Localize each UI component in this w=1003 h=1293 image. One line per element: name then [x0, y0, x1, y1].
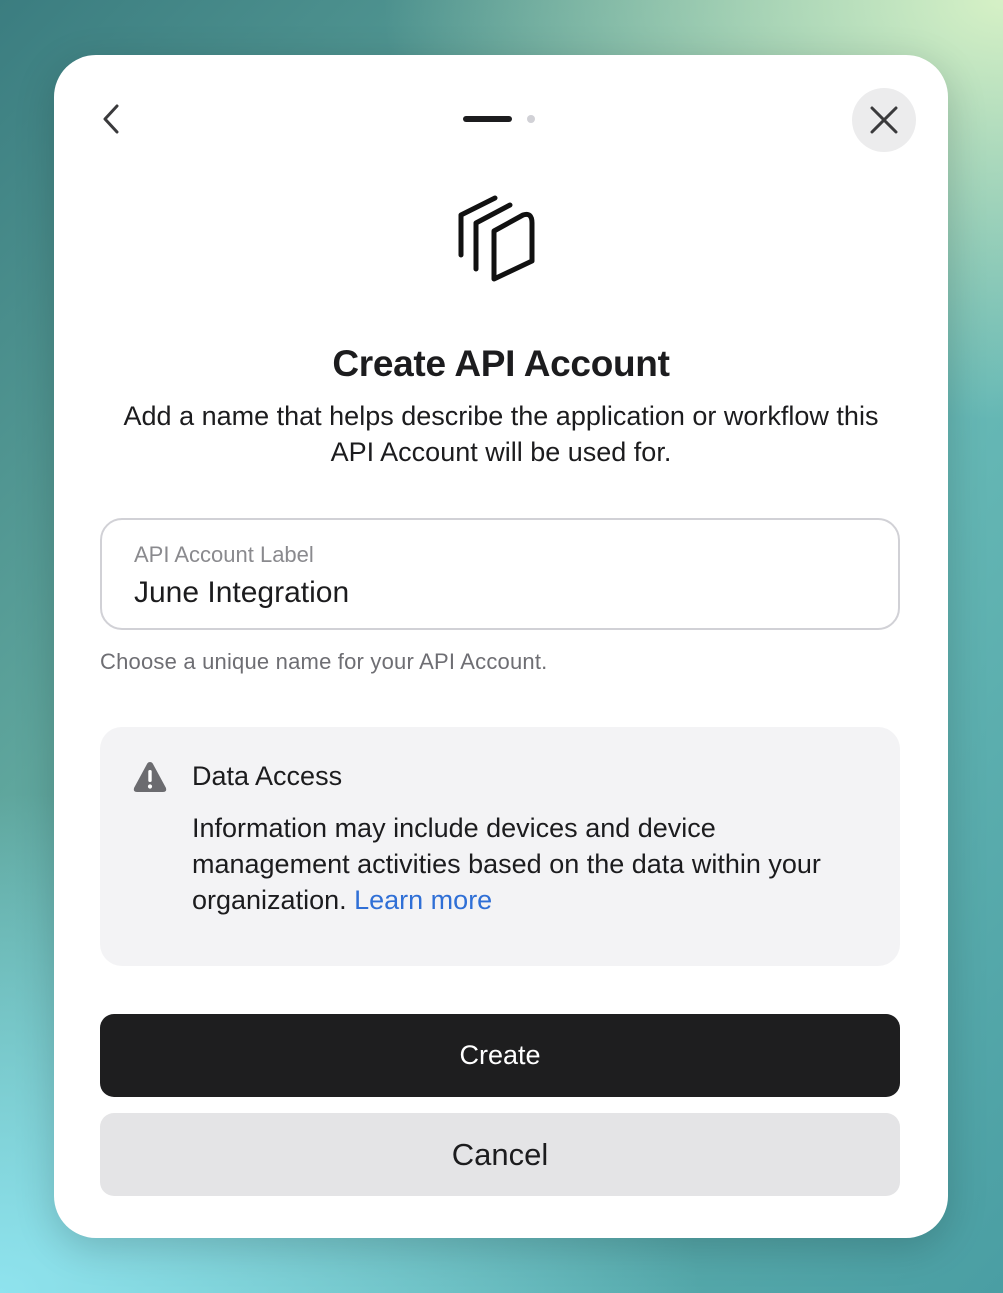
page-indicator	[463, 115, 535, 123]
api-account-label-input[interactable]	[134, 576, 854, 610]
data-access-notice: Data Access Information may include devi…	[100, 727, 900, 966]
chevron-left-icon	[103, 104, 119, 134]
cancel-button[interactable]: Cancel	[100, 1113, 900, 1196]
notice-title: Data Access	[192, 761, 343, 791]
back-button[interactable]	[94, 99, 130, 139]
field-hint: Choose a unique name for your API Accoun…	[100, 649, 548, 674]
stacked-cards-icon	[458, 195, 535, 282]
dialog-subtitle: Add a name that helps describe the appli…	[123, 401, 879, 467]
page-indicator-inactive[interactable]	[527, 115, 535, 123]
close-icon	[870, 106, 898, 134]
api-account-label-field[interactable]: API Account Label	[100, 518, 900, 630]
notice-body: Information may include devices and devi…	[192, 810, 852, 918]
close-button[interactable]	[852, 88, 916, 152]
create-api-account-dialog: Create API Account Add a name that helps…	[54, 55, 948, 1238]
warning-icon	[133, 762, 167, 792]
notice-text: Information may include devices and devi…	[192, 813, 821, 915]
learn-more-link[interactable]: Learn more	[354, 885, 492, 915]
dialog-title: Create API Account	[332, 343, 670, 384]
page-indicator-active	[463, 116, 512, 122]
field-label: API Account Label	[134, 542, 314, 567]
create-button[interactable]: Create	[100, 1014, 900, 1097]
